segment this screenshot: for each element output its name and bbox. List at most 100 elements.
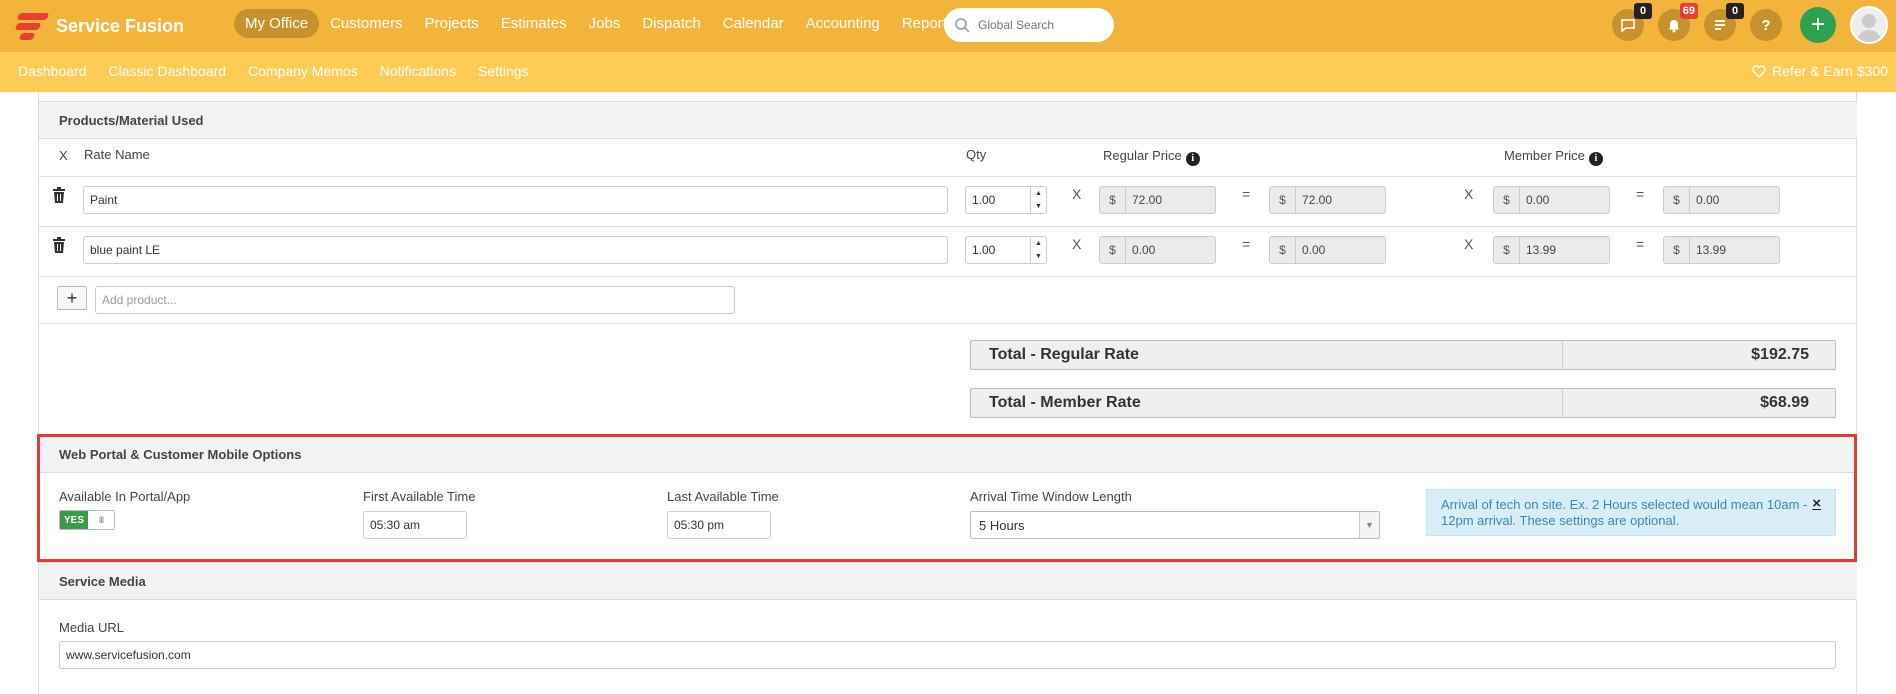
brand-name: Service Fusion [56, 15, 185, 36]
col-x: X [59, 148, 68, 163]
chat-button[interactable]: 0 [1612, 3, 1652, 41]
divider [39, 276, 1856, 277]
search-icon [955, 18, 970, 33]
top-navbar: Service Fusion My Office Customers Proje… [0, 0, 1896, 52]
currency-label: $ [1270, 187, 1296, 213]
col-member-price-label: Member Price [1504, 148, 1585, 163]
nav-jobs[interactable]: Jobs [578, 9, 632, 38]
service-fusion-logo-icon [14, 11, 52, 41]
add-product-input[interactable]: Add product... [95, 286, 735, 314]
nav-projects[interactable]: Projects [414, 9, 490, 38]
col-qty: Qty [966, 147, 987, 162]
col-regular-price-label: Regular Price [1103, 148, 1182, 163]
divider [39, 176, 1856, 177]
qty-value: 1.00 [972, 243, 996, 257]
job-form: Products/Material Used X Rate Name Qty R… [38, 92, 1857, 694]
qty-stepper[interactable]: 1.00 ▲ ▼ [965, 236, 1047, 264]
stepper-arrows-icon[interactable]: ▲ ▼ [1030, 237, 1046, 263]
qty-stepper[interactable]: 1.00 ▲ ▼ [965, 186, 1047, 214]
equals-operator: = [1636, 186, 1645, 202]
subnav-classic-dashboard[interactable]: Classic Dashboard [98, 63, 238, 79]
regular-price-field: $0.00 [1099, 236, 1216, 264]
member-price-value: 13.99 [1526, 243, 1557, 257]
currency-label: $ [1270, 237, 1296, 263]
add-product-button[interactable]: + [57, 286, 87, 310]
list-icon [1715, 20, 1725, 30]
user-icon [1856, 14, 1882, 42]
global-search[interactable] [944, 8, 1114, 42]
notifications-badge: 69 [1679, 3, 1698, 19]
stepper-arrows-icon[interactable]: ▲ ▼ [1030, 187, 1046, 213]
total-regular-label: Total - Regular Rate [971, 341, 1563, 369]
rate-name-input[interactable]: Paint [83, 186, 948, 214]
total-member-rate: Total - Member Rate $68.99 [970, 388, 1836, 418]
subnav-company-memos[interactable]: Company Memos [237, 63, 369, 79]
regular-total-field: $72.00 [1269, 186, 1386, 214]
info-icon[interactable]: i [1588, 151, 1603, 166]
help-icon: ? [1761, 16, 1771, 34]
refer-label: Refer & Earn $300 [1772, 63, 1888, 79]
media-section-header: Service Media [39, 562, 1857, 600]
nav-dispatch[interactable]: Dispatch [631, 9, 711, 38]
nav-customers[interactable]: Customers [319, 9, 414, 38]
regular-price-field: $72.00 [1099, 186, 1216, 214]
col-rate-name: Rate Name [84, 147, 150, 162]
rate-name-input[interactable]: blue paint LE [83, 236, 948, 264]
member-price-value: 0.00 [1526, 193, 1550, 207]
member-total-value: 13.99 [1696, 243, 1727, 257]
total-regular-rate: Total - Regular Rate $192.75 [970, 340, 1836, 370]
nav-calendar[interactable]: Calendar [712, 9, 795, 38]
total-member-label: Total - Member Rate [971, 389, 1563, 417]
total-regular-value: $192.75 [1751, 346, 1809, 363]
equals-operator: = [1242, 186, 1251, 202]
heart-icon [1752, 64, 1766, 78]
info-icon[interactable]: i [1185, 151, 1200, 166]
qty-value: 1.00 [972, 193, 996, 207]
media-url-input[interactable]: www.servicefusion.com [59, 641, 1836, 669]
subnav-notifications[interactable]: Notifications [369, 63, 467, 79]
subnav-settings[interactable]: Settings [467, 63, 540, 79]
equals-operator: = [1636, 236, 1645, 252]
user-avatar[interactable] [1850, 6, 1888, 44]
subnav-dashboard[interactable]: Dashboard [7, 63, 98, 79]
brand-logo[interactable]: Service Fusion [14, 10, 184, 42]
sub-nav: Dashboard Classic Dashboard Company Memo… [7, 63, 540, 79]
quick-add-button[interactable]: + [1800, 7, 1836, 43]
nav-my-office[interactable]: My Office [234, 9, 320, 38]
sub-navbar: Dashboard Classic Dashboard Company Memo… [0, 52, 1896, 92]
products-title: Products/Material Used [59, 112, 204, 128]
plus-icon: + [1810, 11, 1825, 38]
total-member-value: $68.99 [1760, 394, 1809, 411]
help-button[interactable]: ? [1750, 9, 1782, 41]
member-total-value: 0.00 [1696, 193, 1720, 207]
notifications-button[interactable]: 69 [1658, 3, 1698, 41]
member-total-field: $0.00 [1663, 186, 1780, 214]
nav-estimates[interactable]: Estimates [490, 9, 578, 38]
trash-icon[interactable] [52, 187, 66, 203]
times-operator: X [1464, 186, 1474, 202]
currency-label: $ [1494, 237, 1520, 263]
regular-price-value: 0.00 [1132, 243, 1156, 257]
times-operator: X [1464, 236, 1474, 252]
col-regular-price: Regular Price i [1103, 148, 1200, 166]
currency-label: $ [1100, 187, 1126, 213]
divider [39, 323, 1856, 324]
tasks-button[interactable]: 0 [1704, 3, 1744, 41]
main-nav: My Office Customers Projects Estimates J… [234, 9, 965, 38]
refer-link[interactable]: Refer & Earn $300 [1752, 63, 1888, 79]
col-member-price: Member Price i [1504, 148, 1603, 166]
regular-price-value: 72.00 [1132, 193, 1163, 207]
products-section-header: Products/Material Used [39, 101, 1857, 139]
currency-label: $ [1100, 237, 1126, 263]
currency-label: $ [1494, 187, 1520, 213]
chat-icon [1621, 19, 1635, 33]
nav-accounting[interactable]: Accounting [795, 9, 891, 38]
search-input[interactable] [978, 18, 1098, 32]
regular-total-value: 72.00 [1302, 193, 1333, 207]
currency-label: $ [1664, 237, 1690, 263]
member-price-field: $13.99 [1493, 236, 1610, 264]
media-title: Service Media [59, 573, 146, 589]
times-operator: X [1072, 236, 1082, 252]
trash-icon[interactable] [52, 237, 66, 253]
times-operator: X [1072, 186, 1082, 202]
